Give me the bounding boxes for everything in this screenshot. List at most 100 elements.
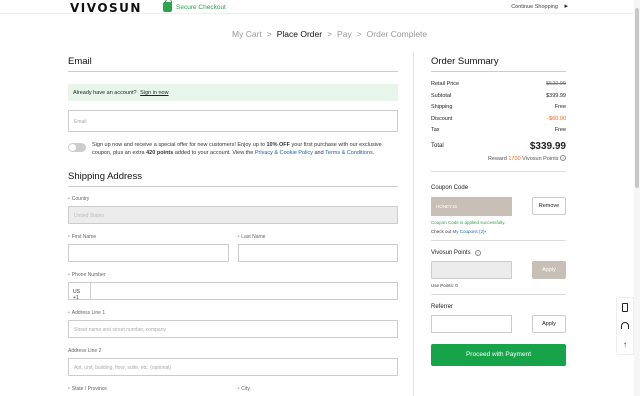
secure-checkout: Secure Checkout [163,0,226,12]
headset-icon[interactable] [621,322,629,330]
points-input[interactable] [431,260,512,279]
points-title: Vivosun Points [431,249,471,256]
checkout-form: Email Already have an account? Sign in n… [68,56,398,396]
total-label: Total [431,143,444,149]
last-name-group: • Last Name [237,234,398,262]
order-summary-panel: Order Summary Retail Price $529.99 Subtot… [431,56,566,366]
state-group: • State / Province [68,386,229,396]
side-toolbar: ↑ [616,297,634,355]
reward-points: Reward 1700 Vivosun Points ? [431,154,566,162]
coupon-input[interactable]: HONEY15 [431,196,512,216]
info-icon[interactable]: ? [560,154,566,161]
sign-in-link[interactable]: Sign in now [140,90,168,96]
info-icon[interactable]: ? [474,249,481,256]
privacy-policy-link[interactable]: Privacy & Cookie Policy [255,150,313,156]
city-label-text: City [241,386,250,392]
email-section-title: Email [68,56,398,72]
newsletter-toggle[interactable] [68,143,86,152]
points-row: Apply [431,260,566,279]
summary-divider [431,170,566,172]
referrer-apply-button[interactable]: Apply [532,314,566,333]
new-dot-icon: • [484,228,487,234]
country-field: United States [68,206,398,224]
check-out-text: Check out [431,228,453,234]
summary-rows: Retail Price $529.99 Subtotal $399.99 Ship… [431,81,566,139]
points-apply-button[interactable]: Apply [532,260,566,279]
referrer-title: Referrer [431,303,454,310]
secure-checkout-label: Secure Checkout [176,3,226,11]
sign-in-banner: Already have an account? Sign in now [68,84,398,101]
row-value: Free [554,104,566,110]
step-separator: > [356,29,362,39]
first-name-label-text: First Name [71,234,97,240]
last-name-label: • Last Name [237,234,266,240]
row-label: Shipping [431,104,453,110]
phone-label: • Phone Number [68,272,106,278]
row-label: Retail Price [431,81,460,87]
country-label: • Country [68,196,90,202]
country-code-select[interactable]: US +1 [69,283,91,301]
mobile-icon[interactable] [622,303,628,313]
optin-text: Sign up now and receive a special offer … [92,141,398,157]
referrer-input[interactable] [431,314,512,333]
coupon-success-message: Coupon Code is applied successfully. [431,219,506,225]
scrollbar[interactable] [634,0,640,396]
step-pay: Pay [337,29,352,39]
terms-link[interactable]: Terms & Conditions [325,150,373,156]
remove-coupon-button[interactable]: Remove [532,196,566,215]
state-city-row: • State / Province • City [68,386,398,396]
row-label: Tax [431,127,440,133]
column-divider [413,52,414,396]
reward-points-value: 1700 [508,155,521,162]
city-label: • City [237,386,250,392]
order-summary-title: Order Summary [431,56,566,72]
country-label-text: Country [71,196,90,202]
phone-label-text: Phone Number [71,272,106,278]
row-value: Free [554,127,566,133]
optin-text-part: . [372,150,375,156]
continue-shopping-link[interactable]: Continue Shopping [511,4,558,10]
use-points: Use Points: 0 [431,282,458,288]
first-name-group: • First Name [68,234,229,262]
row-value: $399.99 [546,92,566,99]
name-row: • First Name • Last Name [68,234,398,262]
summary-row-subtotal: Subtotal $399.99 [431,93,566,105]
address1-label-text: Address Line 1 [71,310,106,316]
optin-text-part: Sign up now and receive a special offer … [92,142,267,148]
arrow-up-icon[interactable]: ↑ [623,340,627,349]
last-name-label-text: Last Name [241,234,266,240]
phone-field: US +1 [68,282,398,301]
my-coupons-link[interactable]: My Coupons (2) [453,229,485,234]
coupon-divider [431,239,566,241]
logo[interactable]: VIVOSUN [70,1,142,15]
summary-row-discount: Discount -$60.00 [431,116,566,128]
address2-input[interactable]: Apt, unit, building, floor, suite, etc. … [68,358,398,376]
row-value: $529.99 [546,81,566,87]
reward-prefix: Reward [487,155,509,162]
step-place-order: Place Order [276,29,323,39]
shipping-section-title: Shipping Address [68,171,398,187]
chevron-right-icon[interactable]: ▸ [564,2,568,10]
reward-suffix: Vivosun Points [520,155,559,162]
address2-label: Address Line 2 [68,348,102,354]
coupon-row: HONEY15 Remove [431,196,566,216]
step-order-complete: Order Complete [366,29,428,39]
address1-input[interactable]: Street name and street number, company [68,320,398,338]
points-divider [431,293,566,295]
last-name-input[interactable] [237,244,398,262]
city-group: • City [238,386,399,396]
row-value: -$60.00 [547,115,566,122]
proceed-payment-button[interactable]: Proceed with Payment [431,343,566,366]
email-input[interactable]: Email [68,110,398,132]
total-value: $339.99 [529,140,566,152]
phone-input[interactable] [91,283,397,299]
scrollbar-thumb[interactable] [635,8,639,188]
referrer-row: Apply [431,314,566,333]
first-name-input[interactable] [68,244,229,262]
summary-row-tax: Tax Free [431,127,566,139]
newsletter-optin: Sign up now and receive a special offer … [68,141,398,157]
optin-points: 420 points [146,150,174,156]
my-coupons-row: Check out My Coupons (2)• [431,229,566,234]
step-my-cart[interactable]: My Cart [232,29,262,39]
row-label: Discount [431,115,453,122]
